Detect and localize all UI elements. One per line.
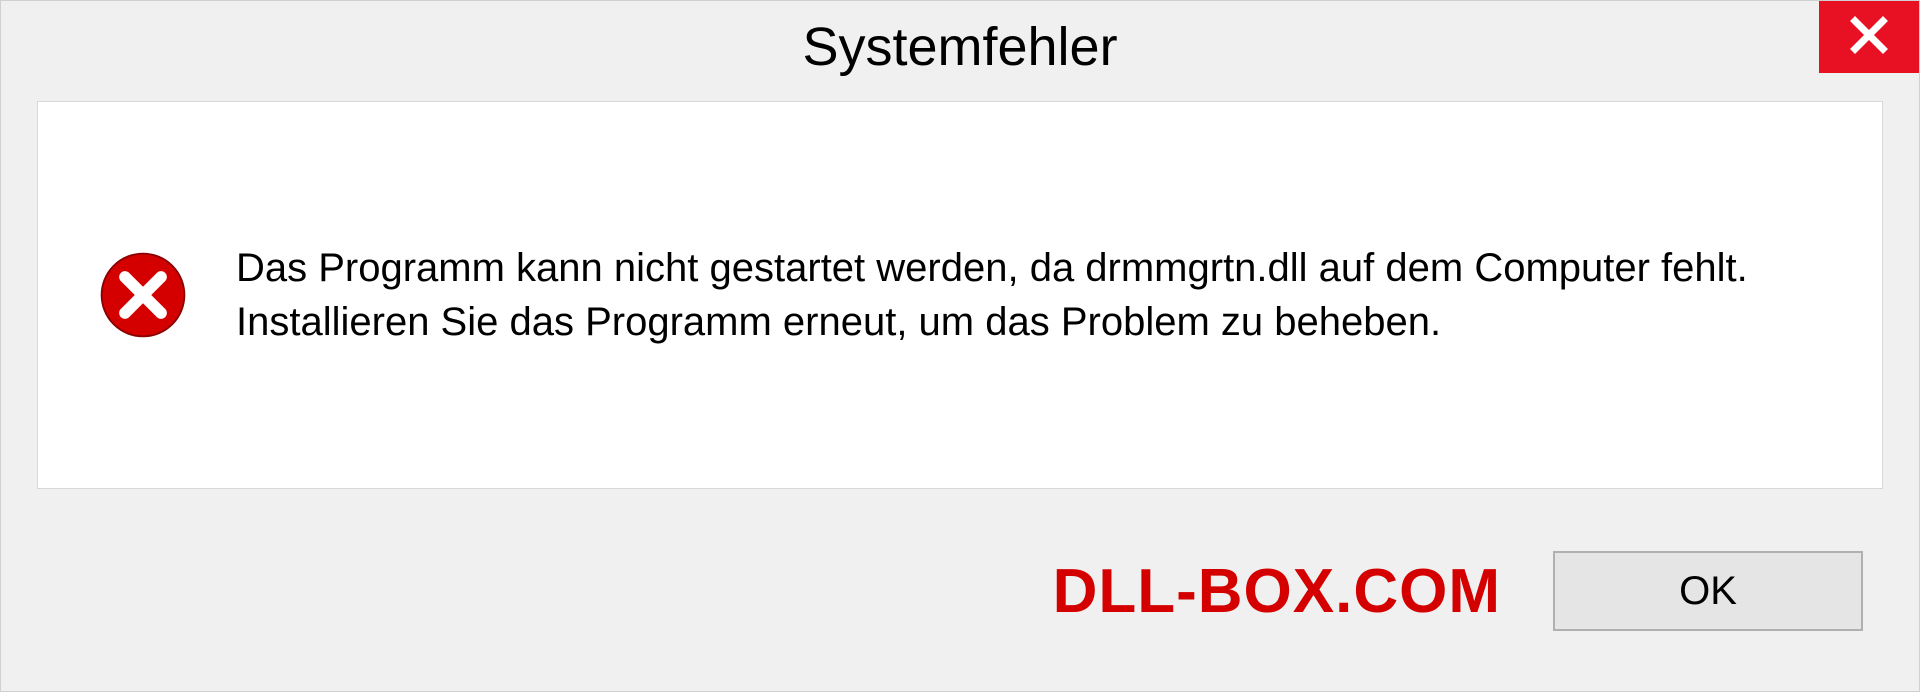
dialog-title: Systemfehler [802,16,1117,78]
content-panel: Das Programm kann nicht gestartet werden… [37,101,1883,489]
close-button[interactable] [1819,1,1919,73]
close-icon [1849,15,1889,60]
dialog-footer: DLL-BOX.COM OK [1,511,1919,691]
error-message: Das Programm kann nicht gestartet werden… [236,241,1822,349]
error-dialog: Systemfehler Das Programm kann nicht ges… [0,0,1920,692]
watermark-text: DLL-BOX.COM [1053,556,1501,627]
error-icon [98,250,188,340]
titlebar: Systemfehler [1,1,1919,93]
ok-button-label: OK [1679,569,1737,614]
ok-button[interactable]: OK [1553,551,1863,631]
